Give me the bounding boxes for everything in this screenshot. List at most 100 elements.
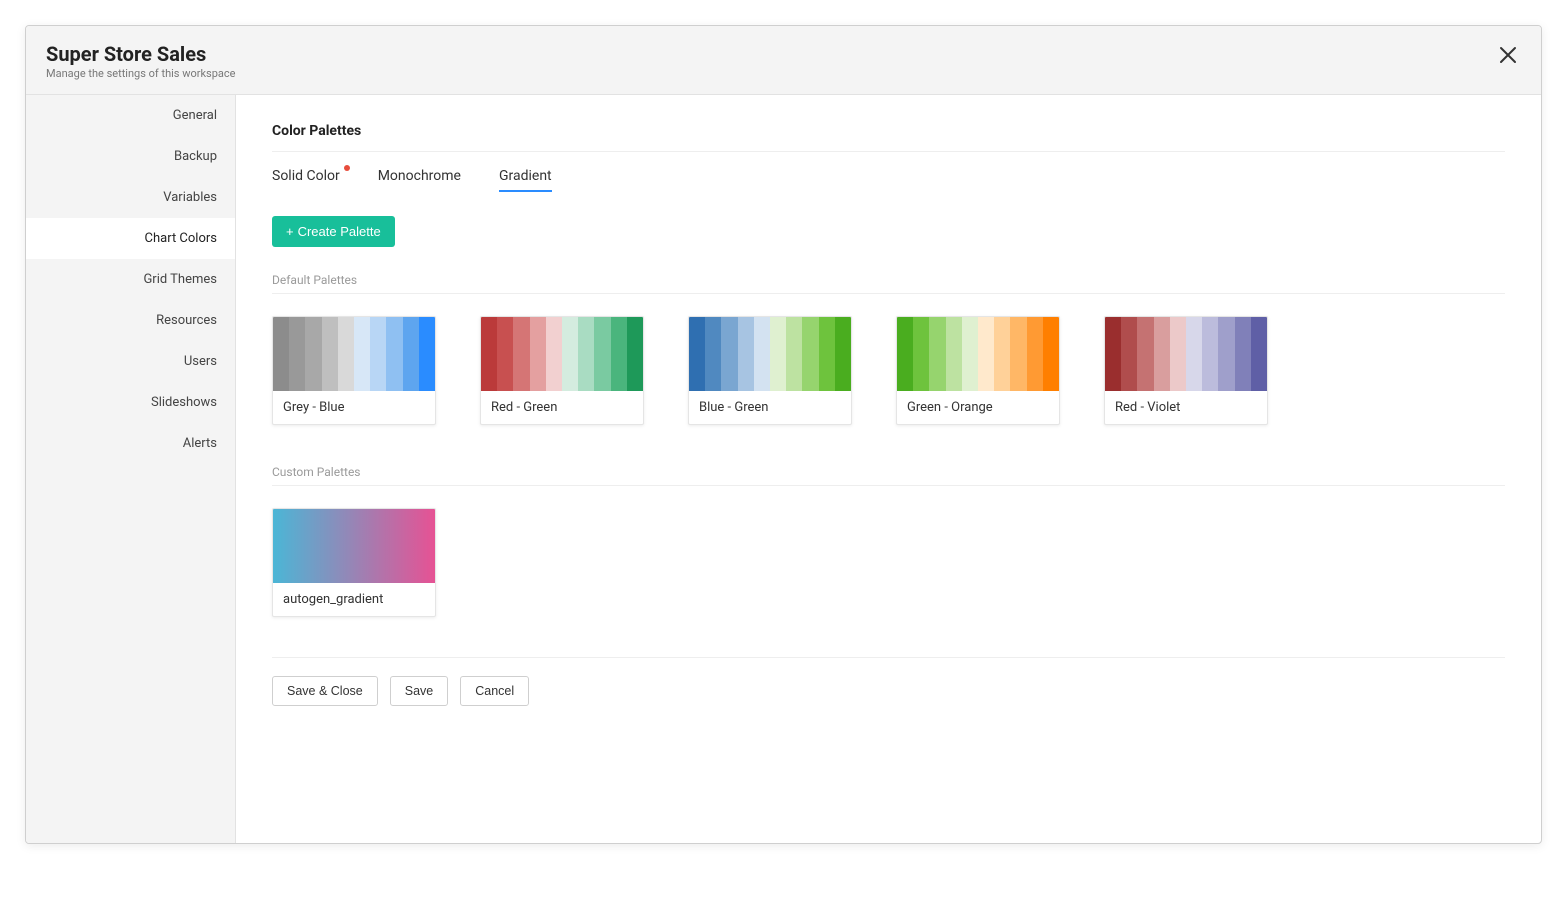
sidebar-item-backup[interactable]: Backup <box>26 136 235 177</box>
save-button[interactable]: Save <box>390 676 449 706</box>
close-button[interactable] <box>1495 42 1521 68</box>
tab-label: Solid Color <box>272 168 340 184</box>
swatch-stripe <box>578 317 594 391</box>
swatch-stripe <box>1027 317 1043 391</box>
sidebar: GeneralBackupVariablesChart ColorsGrid T… <box>26 95 236 843</box>
swatch-stripe <box>386 317 402 391</box>
swatch-stripe <box>354 317 370 391</box>
swatch-stripe <box>594 317 610 391</box>
default-palettes-grid: Grey - Blue Red - Green Blue - Green Green … <box>272 316 1505 425</box>
swatch-stripe <box>835 317 851 391</box>
tab-solid-color[interactable]: Solid Color <box>272 168 340 192</box>
palette-swatch <box>273 317 435 391</box>
swatch-stripe <box>611 317 627 391</box>
modal-body: GeneralBackupVariablesChart ColorsGrid T… <box>26 95 1541 843</box>
plus-icon: + <box>286 224 294 239</box>
swatch-stripe <box>1154 317 1170 391</box>
palette-card[interactable]: Red - Violet <box>1104 316 1268 425</box>
swatch-stripe <box>929 317 945 391</box>
swatch-stripe <box>273 317 289 391</box>
sidebar-item-alerts[interactable]: Alerts <box>26 423 235 464</box>
swatch-stripe <box>1235 317 1251 391</box>
page-subtitle: Manage the settings of this workspace <box>46 67 235 80</box>
swatch-stripe <box>1186 317 1202 391</box>
palette-name: Red - Violet <box>1105 391 1267 424</box>
footer-buttons: Save & Close Save Cancel <box>272 657 1505 706</box>
swatch-stripe <box>562 317 578 391</box>
custom-palettes-label: Custom Palettes <box>272 465 1505 486</box>
tab-label: Gradient <box>499 168 552 184</box>
create-palette-label: Create Palette <box>298 224 381 239</box>
swatch-stripe <box>1121 317 1137 391</box>
swatch-stripe <box>754 317 770 391</box>
palette-card[interactable]: Grey - Blue <box>272 316 436 425</box>
swatch-stripe <box>305 317 321 391</box>
cancel-button[interactable]: Cancel <box>460 676 529 706</box>
swatch-stripe <box>627 317 643 391</box>
palette-swatch <box>689 317 851 391</box>
palette-name: Green - Orange <box>897 391 1059 424</box>
swatch-stripe <box>497 317 513 391</box>
palette-card[interactable]: autogen_gradient <box>272 508 436 617</box>
tab-gradient[interactable]: Gradient <box>499 168 552 192</box>
indicator-dot-icon <box>344 165 350 171</box>
close-icon <box>1499 46 1517 64</box>
swatch-stripe <box>481 317 497 391</box>
swatch-stripe <box>1043 317 1059 391</box>
palette-name: Blue - Green <box>689 391 851 424</box>
swatch-stripe <box>689 317 705 391</box>
swatch-stripe <box>770 317 786 391</box>
swatch-stripe <box>705 317 721 391</box>
palette-name: autogen_gradient <box>273 583 435 616</box>
swatch-stripe <box>1137 317 1153 391</box>
swatch-stripe <box>802 317 818 391</box>
swatch-stripe <box>913 317 929 391</box>
sidebar-item-general[interactable]: General <box>26 95 235 136</box>
header-text-block: Super Store Sales Manage the settings of… <box>46 42 235 80</box>
swatch-stripe <box>289 317 305 391</box>
swatch-stripe <box>978 317 994 391</box>
swatch-stripe <box>530 317 546 391</box>
section-title: Color Palettes <box>272 123 1505 152</box>
tab-label: Monochrome <box>378 168 461 184</box>
swatch-stripe <box>1170 317 1186 391</box>
sidebar-item-slideshows[interactable]: Slideshows <box>26 382 235 423</box>
palette-card[interactable]: Green - Orange <box>896 316 1060 425</box>
sidebar-item-grid-themes[interactable]: Grid Themes <box>26 259 235 300</box>
swatch-stripe <box>403 317 419 391</box>
swatch-stripe <box>338 317 354 391</box>
swatch-stripe <box>994 317 1010 391</box>
create-palette-button[interactable]: + Create Palette <box>272 216 395 247</box>
palette-name: Red - Green <box>481 391 643 424</box>
tab-monochrome[interactable]: Monochrome <box>378 168 461 192</box>
swatch-stripe <box>1251 317 1267 391</box>
settings-modal: Super Store Sales Manage the settings of… <box>25 25 1542 844</box>
swatch-stripe <box>738 317 754 391</box>
swatch-stripe <box>819 317 835 391</box>
sidebar-item-users[interactable]: Users <box>26 341 235 382</box>
swatch-stripe <box>513 317 529 391</box>
save-close-button[interactable]: Save & Close <box>272 676 378 706</box>
palette-card[interactable]: Red - Green <box>480 316 644 425</box>
swatch-stripe <box>1218 317 1234 391</box>
swatch-stripe <box>419 317 435 391</box>
swatch-stripe <box>721 317 737 391</box>
swatch-stripe <box>946 317 962 391</box>
swatch-stripe <box>897 317 913 391</box>
page-title: Super Store Sales <box>46 42 235 66</box>
modal-header: Super Store Sales Manage the settings of… <box>26 26 1541 95</box>
palette-swatch <box>1105 317 1267 391</box>
palette-card[interactable]: Blue - Green <box>688 316 852 425</box>
palette-name: Grey - Blue <box>273 391 435 424</box>
swatch-stripe <box>1105 317 1121 391</box>
sidebar-item-variables[interactable]: Variables <box>26 177 235 218</box>
sidebar-item-resources[interactable]: Resources <box>26 300 235 341</box>
swatch-stripe <box>962 317 978 391</box>
default-palettes-label: Default Palettes <box>272 273 1505 294</box>
content-area: Color Palettes Solid Color Monochrome Grad… <box>236 95 1541 843</box>
palette-swatch <box>481 317 643 391</box>
palette-swatch <box>273 509 435 583</box>
swatch-stripe <box>1010 317 1026 391</box>
swatch-stripe <box>1202 317 1218 391</box>
sidebar-item-chart-colors[interactable]: Chart Colors <box>26 218 235 259</box>
